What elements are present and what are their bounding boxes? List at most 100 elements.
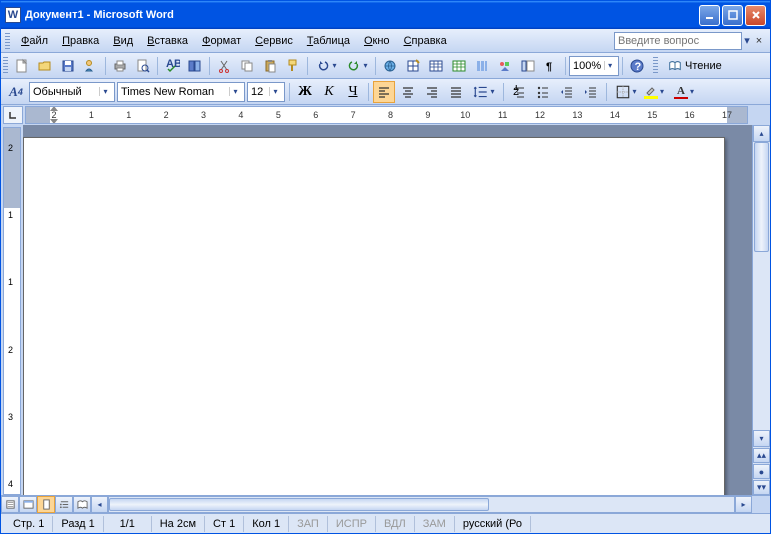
format-painter-button[interactable] xyxy=(282,55,304,77)
hscroll-thumb[interactable] xyxy=(109,498,489,511)
cut-button[interactable] xyxy=(213,55,235,77)
redo-button[interactable]: ▾ xyxy=(342,55,372,77)
scroll-right-button[interactable]: ▸ xyxy=(735,496,752,513)
bulleted-list-button[interactable] xyxy=(532,81,554,103)
vruler-scale[interactable]: 211234 xyxy=(3,127,21,495)
status-trk[interactable]: ИСПР xyxy=(328,516,376,532)
menu-file[interactable]: Файл xyxy=(14,33,55,49)
menu-tools[interactable]: Сервис xyxy=(248,33,300,49)
status-ovr[interactable]: ЗАМ xyxy=(415,516,455,532)
menu-table[interactable]: Таблица xyxy=(300,33,357,49)
maximize-button[interactable] xyxy=(722,5,743,26)
align-justify-button[interactable] xyxy=(445,81,467,103)
menu-view[interactable]: Вид xyxy=(106,33,140,49)
underline-button[interactable]: Ч xyxy=(342,81,364,103)
drawing-button[interactable] xyxy=(494,55,516,77)
print-view-button[interactable] xyxy=(37,496,55,513)
research-button[interactable] xyxy=(184,55,206,77)
hyperlink-button[interactable] xyxy=(379,55,401,77)
font-combo[interactable]: Times New Roman▾ xyxy=(117,82,245,102)
borders-button[interactable]: ▾ xyxy=(611,81,641,103)
document-page[interactable] xyxy=(23,137,725,495)
menubar-grip[interactable] xyxy=(5,33,10,49)
help-search-input[interactable] xyxy=(614,32,742,50)
bold-button[interactable]: Ж xyxy=(294,81,316,103)
first-line-indent-marker[interactable] xyxy=(50,106,58,111)
outline-view-button[interactable] xyxy=(55,496,73,513)
browse-object-button[interactable]: ● xyxy=(753,464,770,479)
vscroll-thumb[interactable] xyxy=(754,142,769,252)
tab-selector[interactable] xyxy=(3,106,23,124)
scroll-down-button[interactable]: ▾ xyxy=(753,430,770,447)
status-line[interactable]: Ст 1 xyxy=(205,516,244,532)
help-search-dropdown[interactable]: ▾ xyxy=(742,34,752,47)
help-button[interactable]: ? xyxy=(626,55,648,77)
horizontal-scrollbar[interactable]: ◂ ▸ xyxy=(91,496,752,513)
permissions-button[interactable] xyxy=(80,55,102,77)
toolbar-grip-1[interactable] xyxy=(3,57,8,75)
highlight-color-button[interactable]: ▾ xyxy=(643,81,671,103)
columns-button[interactable] xyxy=(471,55,493,77)
status-section[interactable]: Разд 1 xyxy=(53,516,103,532)
print-preview-button[interactable] xyxy=(132,55,154,77)
status-pages[interactable]: 1/1 xyxy=(104,516,152,532)
align-left-button[interactable] xyxy=(373,81,395,103)
hanging-indent-marker[interactable] xyxy=(50,119,58,124)
next-page-button[interactable]: ▾▾ xyxy=(753,480,770,495)
status-ext[interactable]: ВДЛ xyxy=(376,516,415,532)
toolbar-grip-2[interactable] xyxy=(653,57,658,75)
undo-button[interactable]: ▾ xyxy=(311,55,341,77)
align-right-button[interactable] xyxy=(421,81,443,103)
horizontal-ruler[interactable]: 211234567891011121314151617 xyxy=(1,105,770,125)
print-button[interactable] xyxy=(109,55,131,77)
status-col[interactable]: Кол 1 xyxy=(244,516,289,532)
prev-page-button[interactable]: ▴▴ xyxy=(753,448,770,463)
scroll-left-button[interactable]: ◂ xyxy=(91,496,108,513)
vscroll-track[interactable] xyxy=(753,142,770,430)
styles-pane-icon[interactable]: A4 xyxy=(5,81,27,103)
open-button[interactable] xyxy=(34,55,56,77)
web-view-button[interactable] xyxy=(19,496,37,513)
copy-button[interactable] xyxy=(236,55,258,77)
docmap-button[interactable] xyxy=(517,55,539,77)
tables-borders-button[interactable] xyxy=(402,55,424,77)
vertical-ruler[interactable]: 211234 xyxy=(1,125,23,495)
menu-window[interactable]: Окно xyxy=(357,33,397,49)
close-button[interactable] xyxy=(745,5,766,26)
status-lang[interactable]: русский (Ро xyxy=(455,516,531,532)
spellcheck-button[interactable]: ABC xyxy=(161,55,183,77)
new-doc-button[interactable] xyxy=(11,55,33,77)
reading-view-button[interactable] xyxy=(73,496,91,513)
reading-layout-button[interactable]: Чтение xyxy=(661,56,729,76)
show-marks-button[interactable]: ¶ xyxy=(540,55,562,77)
save-button[interactable] xyxy=(57,55,79,77)
insert-table-button[interactable] xyxy=(425,55,447,77)
hruler-scale[interactable]: 211234567891011121314151617 xyxy=(25,106,748,124)
italic-button[interactable]: К xyxy=(318,81,340,103)
menu-help[interactable]: Справка xyxy=(397,33,454,49)
menu-edit[interactable]: Правка xyxy=(55,33,106,49)
style-combo[interactable]: Обычный▾ xyxy=(29,82,115,102)
decrease-indent-button[interactable] xyxy=(556,81,578,103)
font-size-combo[interactable]: 12▾ xyxy=(247,82,285,102)
document-area[interactable] xyxy=(23,125,752,495)
normal-view-button[interactable] xyxy=(1,496,19,513)
increase-indent-button[interactable] xyxy=(580,81,602,103)
menu-insert[interactable]: Вставка xyxy=(140,33,195,49)
status-page[interactable]: Стр. 1 xyxy=(5,516,53,532)
paste-button[interactable] xyxy=(259,55,281,77)
font-color-button[interactable]: A▾ xyxy=(673,81,701,103)
numbered-list-button[interactable]: 12 xyxy=(508,81,530,103)
menubar-close-x[interactable]: × xyxy=(752,35,766,47)
align-center-button[interactable] xyxy=(397,81,419,103)
scroll-up-button[interactable]: ▴ xyxy=(753,125,770,142)
hscroll-track[interactable] xyxy=(108,496,735,513)
menu-format[interactable]: Формат xyxy=(195,33,248,49)
insert-excel-button[interactable] xyxy=(448,55,470,77)
vertical-scrollbar[interactable]: ▴ ▾ ▴▴ ● ▾▾ xyxy=(752,125,770,495)
zoom-combo[interactable]: 100%▾ xyxy=(569,56,619,76)
minimize-button[interactable] xyxy=(699,5,720,26)
status-at[interactable]: На 2см xyxy=(152,516,205,532)
line-spacing-button[interactable]: ▾ xyxy=(469,81,499,103)
status-rec[interactable]: ЗАП xyxy=(289,516,328,532)
